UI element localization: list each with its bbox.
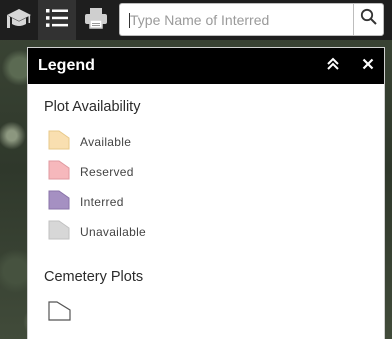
double-chevron-up-icon: [326, 57, 340, 76]
text-cursor: [129, 13, 130, 28]
legend-toggle-button[interactable]: [38, 0, 76, 40]
legend-item-interred: Interred: [48, 190, 248, 215]
search-button[interactable]: [353, 3, 384, 36]
legend-label: Available: [80, 135, 132, 149]
legend-item-unavailable: Unavailable: [48, 220, 248, 245]
print-button[interactable]: [76, 0, 116, 40]
close-icon: [362, 57, 374, 75]
legend-title: Legend: [38, 57, 95, 74]
close-legend-button[interactable]: [353, 48, 383, 84]
search-box: [119, 3, 353, 36]
about-button[interactable]: [0, 0, 38, 40]
legend-panel: Legend Plot Availability Available Reser…: [27, 47, 385, 339]
legend-label: Unavailable: [80, 225, 147, 239]
legend-item-reserved: Reserved: [48, 160, 248, 185]
search-input[interactable]: [120, 4, 353, 35]
legend-item-cemetery-plot: [48, 300, 248, 326]
available-swatch-icon: [48, 130, 70, 155]
collapse-legend-button[interactable]: [318, 48, 348, 84]
legend-label: Interred: [80, 195, 124, 209]
unavailable-swatch-icon: [48, 220, 70, 245]
legend-label: Reserved: [80, 165, 134, 179]
top-toolbar: [0, 0, 392, 40]
list-icon: [44, 6, 70, 35]
interred-swatch-icon: [48, 190, 70, 215]
search-icon: [360, 8, 378, 31]
legend-item-available: Available: [48, 130, 248, 155]
plot-outline-icon: [48, 300, 72, 326]
legend-header: Legend: [28, 48, 384, 84]
printer-icon: [83, 6, 109, 35]
section-title-cemetery-plots: Cemetery Plots: [44, 269, 144, 285]
reserved-swatch-icon: [48, 160, 70, 185]
graduation-cap-icon: [5, 6, 33, 35]
section-title-plot-availability: Plot Availability: [44, 99, 141, 115]
